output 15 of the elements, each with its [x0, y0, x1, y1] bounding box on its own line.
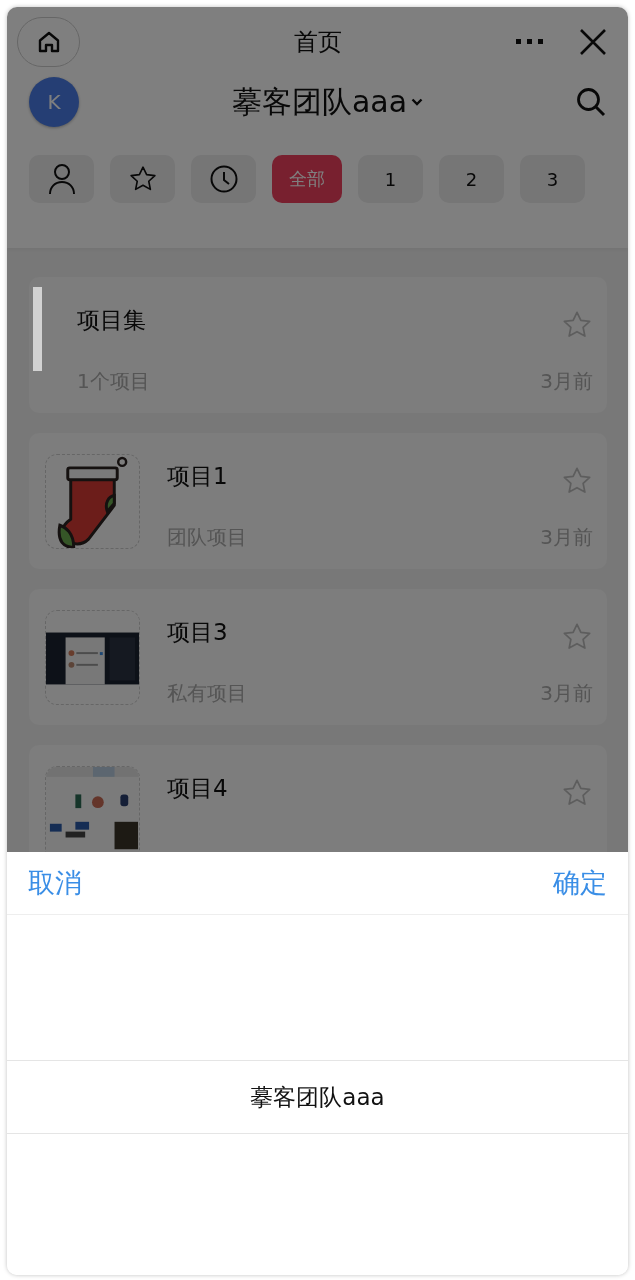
card-title: 项目集	[77, 305, 146, 335]
page-title: 首页	[293, 27, 343, 58]
filter-tab[interactable]: 2	[439, 155, 504, 203]
card-title: 项目4	[167, 773, 228, 803]
card-title: 项目1	[167, 461, 228, 491]
picker-option[interactable]: 摹客团队aaa	[7, 1060, 628, 1134]
card-title: 项目3	[167, 617, 228, 647]
confirm-button[interactable]: 确定	[553, 865, 607, 901]
filter-tab[interactable]: 1	[358, 155, 423, 203]
team-selector[interactable]: 摹客团队aaa	[79, 81, 576, 123]
filter-tab[interactable]: 3	[520, 155, 585, 203]
filter-tab[interactable]: 全部	[272, 155, 342, 203]
cancel-button[interactable]: 取消	[28, 865, 82, 901]
project-card[interactable]: 项目4	[29, 745, 607, 852]
avatar[interactable]: K	[29, 77, 79, 127]
